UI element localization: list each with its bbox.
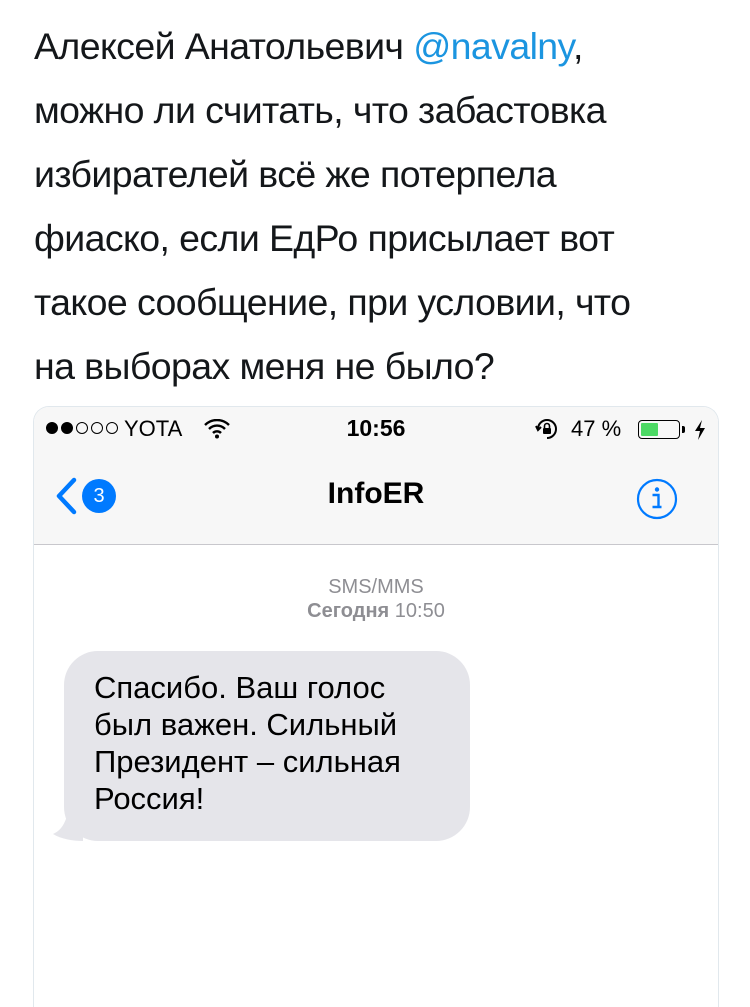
tweet-line-3: избирателей всё же потерпела: [34, 153, 557, 195]
battery-icon: [638, 420, 680, 439]
battery-tip: [682, 426, 685, 433]
contact-name: InfoER: [327, 477, 425, 510]
message-line: Россия!: [94, 781, 205, 816]
info-icon[interactable]: [636, 478, 678, 525]
message-line: был важен. Сильный: [94, 707, 398, 742]
attached-screenshot[interactable]: YOTA 10:56 47 % 3 InfoER SMS/MMS Сегодня…: [33, 406, 719, 1007]
message-timestamp: SMS/MMS Сегодня 10:50: [34, 575, 718, 623]
battery-percent: 47 %: [571, 416, 622, 441]
phone-header: YOTA 10:56 47 % 3 InfoER: [34, 407, 718, 545]
message-bubble: Спасибо. Ваш голос был важен. Сильный Пр…: [64, 651, 470, 841]
tweet-line-4: фиаско, если ЕдРо присылает вот: [34, 217, 615, 259]
message-line: Президент – сильная: [94, 744, 401, 779]
tweet-line-1: Алексей Анатольевич @navalny,: [34, 14, 724, 78]
time-label: 10:50: [394, 600, 445, 622]
rotation-lock-icon: [534, 417, 560, 447]
tweet-line-6: на выборах меня не было?: [34, 345, 495, 387]
service-label: SMS/MMS: [328, 576, 424, 598]
mention-link[interactable]: @navalny: [413, 25, 573, 67]
status-bar: YOTA 10:56 47 %: [34, 407, 718, 451]
tweet-line-1-suffix: ,: [572, 25, 583, 67]
charging-bolt-icon: [694, 420, 706, 446]
navigation-bar: 3 InfoER: [34, 451, 718, 544]
tweet-line-2: можно ли считать, что забастовка: [34, 89, 607, 131]
message-line: Спасибо. Ваш голос: [94, 670, 386, 705]
tweet-line-1-text: Алексей Анатольевич: [34, 25, 414, 67]
tweet-text: Алексей Анатольевич @navalny, можно ли с…: [34, 14, 724, 398]
incoming-message[interactable]: Спасибо. Ваш голос был важен. Сильный Пр…: [53, 651, 470, 841]
tweet-line-5: такое сообщение, при условии, что: [34, 281, 631, 323]
date-time-label: Сегодня 10:50: [34, 599, 718, 623]
battery-level-fill: [641, 423, 658, 436]
day-label: Сегодня: [307, 600, 390, 622]
